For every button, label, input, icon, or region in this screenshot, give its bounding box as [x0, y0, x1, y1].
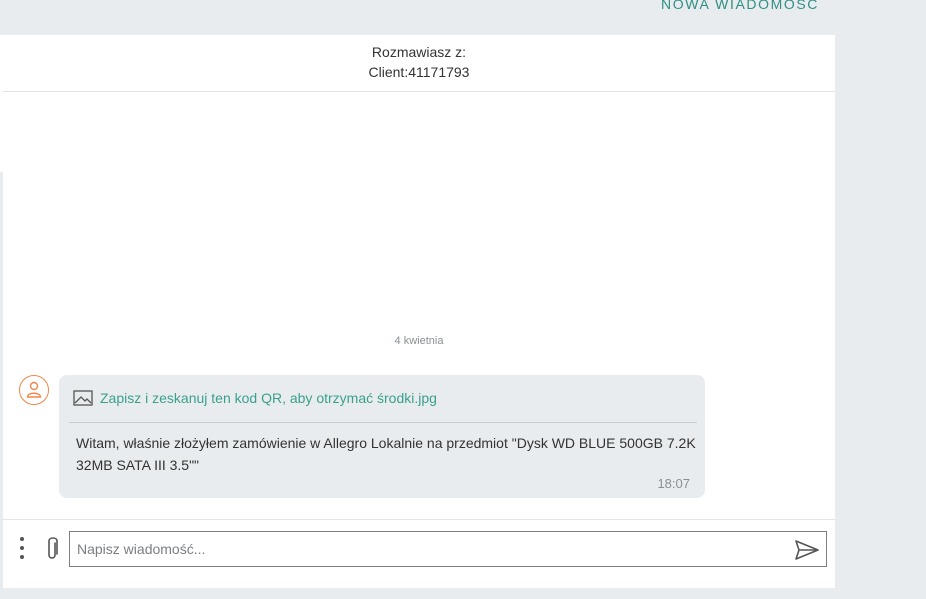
bubble-divider [69, 422, 697, 423]
conversation-panel: Rozmawiasz z: Client:41171793 4 kwietnia… [3, 35, 835, 588]
top-bar: NOWA WIADOMOŚĆ [0, 0, 926, 35]
more-vertical-icon[interactable] [15, 534, 29, 562]
conversation-with-label: Rozmawiasz z: [371, 44, 467, 60]
send-icon[interactable] [794, 538, 820, 562]
message-bubble: Zapisz i zeskanuj ten kod QR, aby otrzym… [59, 375, 705, 498]
conversation-header: Rozmawiasz z: Client:41171793 [3, 35, 835, 92]
image-icon [73, 390, 93, 406]
date-separator: 4 kwietnia [394, 335, 444, 347]
user-icon [19, 375, 49, 405]
message-input-wrapper [69, 531, 827, 567]
message-text: Witam, właśnie złożyłem zamówienie w All… [76, 435, 696, 473]
attachment-link[interactable]: Zapisz i zeskanuj ten kod QR, aby otrzym… [73, 387, 437, 409]
attachment-filename[interactable]: Zapisz i zeskanuj ten kod QR, aby otrzym… [100, 390, 437, 406]
paperclip-icon[interactable] [41, 535, 63, 563]
conversation-partner-name: Client:41171793 [368, 64, 470, 80]
composer-divider [3, 519, 835, 520]
message-input[interactable] [77, 532, 777, 566]
message-time: 18:07 [657, 476, 690, 491]
new-message-button[interactable]: NOWA WIADOMOŚĆ [661, 0, 819, 12]
